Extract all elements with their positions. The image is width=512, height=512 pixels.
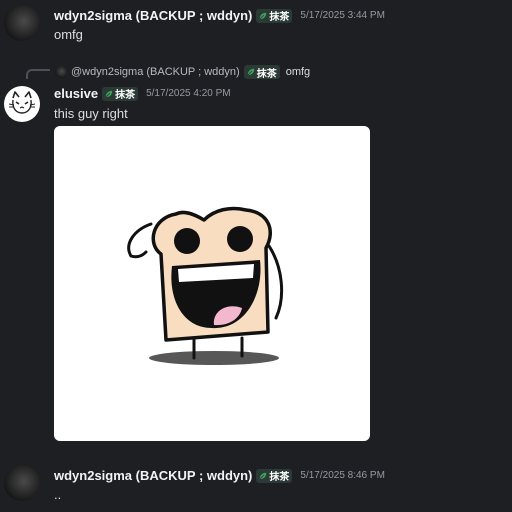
tag-label: 抹茶 [115,90,136,101]
guild-tag[interactable]: 抹茶 [102,86,139,101]
reply-spine [26,69,50,79]
message-header: elusive 抹茶 5/17/2025 4:20 PM [54,86,231,101]
guild-tag[interactable]: 抹茶 [256,8,293,23]
cat-face-icon [8,91,36,114]
username[interactable]: elusive [54,86,98,101]
tag-label: 抹茶 [256,68,277,80]
username[interactable]: wdyn2sigma (BACKUP ; wddyn) [54,468,252,483]
avatar[interactable] [4,465,40,501]
reply-preview[interactable]: @wdyn2sigma (BACKUP ; wddyn) 抹茶 omfg [55,65,310,80]
avatar[interactable] [4,86,40,122]
message-text: omfg [54,27,83,42]
timestamp[interactable]: 5/17/2025 4:20 PM [146,88,231,99]
tag-label: 抹茶 [269,12,290,23]
image-attachment[interactable] [54,126,370,441]
reply-guild-tag: 抹茶 [243,65,280,80]
message-text: .. [54,487,62,502]
timestamp[interactable]: 5/17/2025 3:44 PM [300,10,385,21]
reply-text[interactable]: omfg [286,66,310,78]
leaf-icon [259,472,267,479]
leaf-icon [259,12,267,19]
avatar[interactable] [4,5,40,41]
reply-username[interactable]: @wdyn2sigma (BACKUP ; wddyn) [71,66,240,78]
leaf-icon [105,90,113,97]
guild-tag[interactable]: 抹茶 [256,468,293,483]
message-header: wdyn2sigma (BACKUP ; wddyn) 抹茶 5/17/2025… [54,468,385,483]
timestamp[interactable]: 5/17/2025 8:46 PM [300,470,385,481]
message-text: this guy right [54,106,128,121]
leaf-icon [247,68,254,76]
tag-label: 抹茶 [269,472,290,483]
reply-avatar [55,66,67,78]
username[interactable]: wdyn2sigma (BACKUP ; wddyn) [54,8,252,23]
smiling-toast-image [127,206,284,365]
message-header: wdyn2sigma (BACKUP ; wddyn) 抹茶 5/17/2025… [54,8,385,23]
